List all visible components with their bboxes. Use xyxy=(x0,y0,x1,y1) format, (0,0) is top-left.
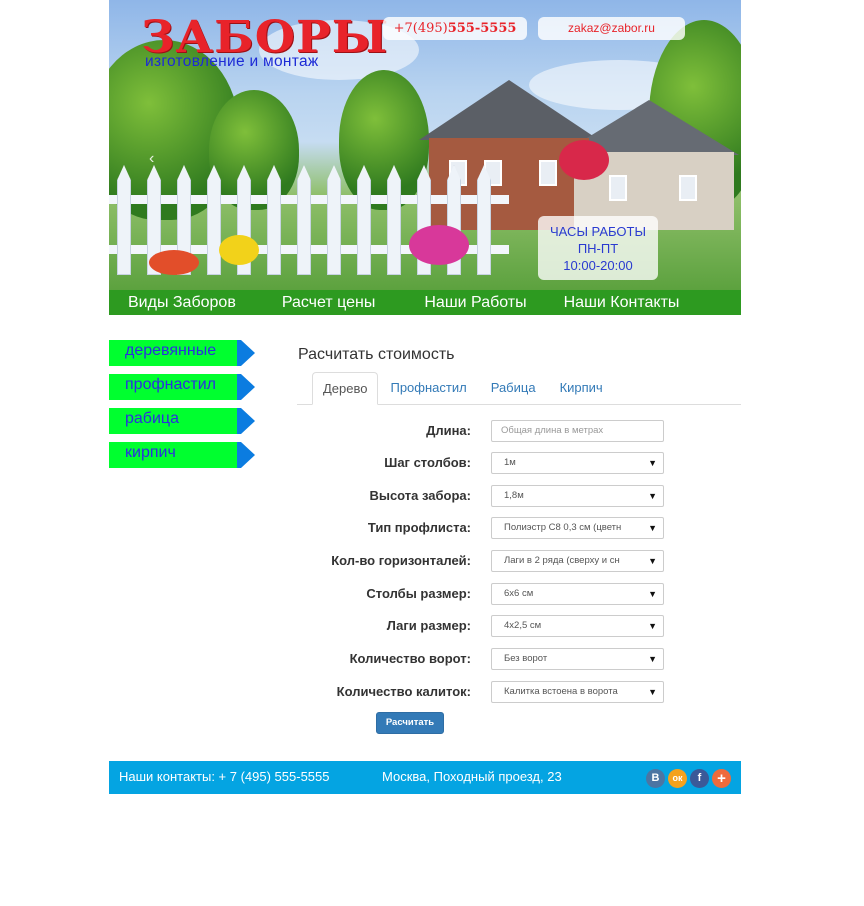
flower-decoration xyxy=(559,140,609,180)
page: ЗАБОРЫ изготовление и монтаж +7(495)555-… xyxy=(109,0,741,794)
sheet-type-select[interactable]: Полиэстр С8 0,3 см (цветн ▼ xyxy=(491,517,664,539)
form-row-post-size: Столбы размер: 6х6 см ▼ xyxy=(297,583,741,605)
post-step-select[interactable]: 1м ▼ xyxy=(491,452,664,474)
wickets-select[interactable]: Калитка встоена в ворота ▼ xyxy=(491,681,664,703)
height-select[interactable]: 1,8м ▼ xyxy=(491,485,664,507)
form-row-post-step: Шаг столбов: 1м ▼ xyxy=(297,452,741,474)
gates-select[interactable]: Без ворот ▼ xyxy=(491,648,664,670)
select-value: 4х2,5 см xyxy=(504,620,542,631)
tab-mesh[interactable]: Рабица xyxy=(479,372,548,404)
calculator-tabs: Дерево Профнастил Рабица Кирпич xyxy=(297,372,741,405)
plus-share-icon[interactable]: + xyxy=(712,769,731,788)
footer-address: Москва, Походный проезд, 23 xyxy=(382,769,562,784)
sidebar-item-label: кирпич xyxy=(125,444,176,461)
select-value: Лаги в 2 ряда (сверху и сн xyxy=(504,555,620,566)
facebook-icon[interactable]: f xyxy=(690,769,709,788)
calculate-button[interactable]: Расчитать xyxy=(376,712,444,734)
flower-decoration xyxy=(409,225,469,265)
dropdown-arrow-icon: ▼ xyxy=(645,649,657,669)
select-value: 1м xyxy=(504,457,516,468)
wickets-label: Количество калиток: xyxy=(336,684,471,699)
hours-days: ПН-ПТ xyxy=(577,241,619,256)
sidebar-item-label: деревянные xyxy=(125,342,217,359)
arrow-right-icon xyxy=(241,442,255,468)
tab-profnastil[interactable]: Профнастил xyxy=(378,372,478,404)
phone-number: 555-5555 xyxy=(447,21,517,36)
post-step-label: Шаг столбов: xyxy=(384,455,471,470)
arrow-right-icon xyxy=(241,374,255,400)
rail-size-label: Лаги размер: xyxy=(386,618,471,633)
select-value: Полиэстр С8 0,3 см (цветн xyxy=(504,522,622,533)
phone-prefix: +7(495) xyxy=(393,21,448,36)
flower-decoration xyxy=(149,250,199,275)
calculator-title: Расчитать стоимость xyxy=(298,346,455,363)
select-value: Без ворот xyxy=(504,653,548,664)
dropdown-arrow-icon: ▼ xyxy=(645,682,657,702)
sidebar-item-label: рабица xyxy=(125,410,179,427)
logo-subtitle: изготовление и монтаж xyxy=(145,53,319,70)
form-row-gates: Количество ворот: Без ворот ▼ xyxy=(297,648,741,670)
dropdown-arrow-icon: ▼ xyxy=(645,584,657,604)
vk-icon[interactable]: В xyxy=(646,769,665,788)
form-row-rail-size: Лаги размер: 4х2,5 см ▼ xyxy=(297,615,741,637)
flower-decoration xyxy=(219,235,259,265)
header-banner: ЗАБОРЫ изготовление и монтаж +7(495)555-… xyxy=(109,0,741,315)
arrow-right-icon xyxy=(241,340,255,366)
dropdown-arrow-icon: ▼ xyxy=(645,518,657,538)
slider-prev-icon[interactable]: ‹ xyxy=(149,150,154,168)
hours-time: 10:00-20:00 xyxy=(563,258,633,273)
rails-count-label: Кол-во горизонталей: xyxy=(331,553,471,568)
length-label: Длина: xyxy=(426,423,471,438)
sidebar-item-label: профнастил xyxy=(125,376,216,393)
sheet-type-label: Тип профлиста: xyxy=(367,520,471,535)
height-label: Высота забора: xyxy=(369,488,471,503)
length-input[interactable]: Общая длина в метрах xyxy=(491,420,664,442)
dropdown-arrow-icon: ▼ xyxy=(645,486,657,506)
nav-item-contacts[interactable]: Наши Контакты xyxy=(564,290,680,315)
select-value: Калитка встоена в ворота xyxy=(504,686,618,697)
footer-contacts: Наши контакты: + 7 (495) 555-5555 xyxy=(119,769,330,784)
working-hours-box: ЧАСЫ РАБОТЫ ПН-ПТ 10:00-20:00 xyxy=(538,216,658,280)
select-value: 6х6 см xyxy=(504,588,534,599)
nav-item-fence-types[interactable]: Виды Заборов xyxy=(128,290,236,315)
rail-size-select[interactable]: 4х2,5 см ▼ xyxy=(491,615,664,637)
sidebar-item-mesh[interactable]: рабица xyxy=(109,408,255,434)
dropdown-arrow-icon: ▼ xyxy=(645,551,657,571)
tab-wood[interactable]: Дерево xyxy=(312,372,379,405)
sidebar-item-profnastil[interactable]: профнастил xyxy=(109,374,255,400)
calculator: Расчитать стоимость Дерево Профнастил Ра… xyxy=(297,340,741,734)
arrow-right-icon xyxy=(241,408,255,434)
rails-count-select[interactable]: Лаги в 2 ряда (сверху и сн ▼ xyxy=(491,550,664,572)
form-row-height: Высота забора: 1,8м ▼ xyxy=(297,485,741,507)
post-size-label: Столбы размер: xyxy=(366,586,471,601)
sidebar-item-wooden[interactable]: деревянные xyxy=(109,340,255,366)
select-value: 1,8м xyxy=(504,490,524,501)
hours-title: ЧАСЫ РАБОТЫ xyxy=(550,224,646,239)
form-row-wickets: Количество калиток: Калитка встоена в во… xyxy=(297,681,741,703)
form-row-rails-count: Кол-во горизонталей: Лаги в 2 ряда (свер… xyxy=(297,550,741,572)
nav-item-our-works[interactable]: Наши Работы xyxy=(424,290,526,315)
sidebar: деревянные профнастил рабица кирпич xyxy=(109,340,269,476)
phone-badge[interactable]: +7(495)555-5555 xyxy=(383,17,527,40)
dropdown-arrow-icon: ▼ xyxy=(645,453,657,473)
odnoklassniki-icon[interactable]: ок xyxy=(668,769,687,788)
form-row-length: Длина: Общая длина в метрах xyxy=(297,420,741,442)
footer: Наши контакты: + 7 (495) 555-5555 Москва… xyxy=(109,761,741,794)
gates-label: Количество ворот: xyxy=(349,651,471,666)
main-nav: Виды Заборов Расчет цены Наши Работы Наш… xyxy=(109,290,741,315)
dropdown-arrow-icon: ▼ xyxy=(645,616,657,636)
sidebar-item-brick[interactable]: кирпич xyxy=(109,442,255,468)
tab-brick[interactable]: Кирпич xyxy=(548,372,615,404)
form-row-sheet-type: Тип профлиста: Полиэстр С8 0,3 см (цветн… xyxy=(297,517,741,539)
nav-item-price-calc[interactable]: Расчет цены xyxy=(282,290,376,315)
post-size-select[interactable]: 6х6 см ▼ xyxy=(491,583,664,605)
email-link[interactable]: zakaz@zabor.ru xyxy=(538,17,685,40)
